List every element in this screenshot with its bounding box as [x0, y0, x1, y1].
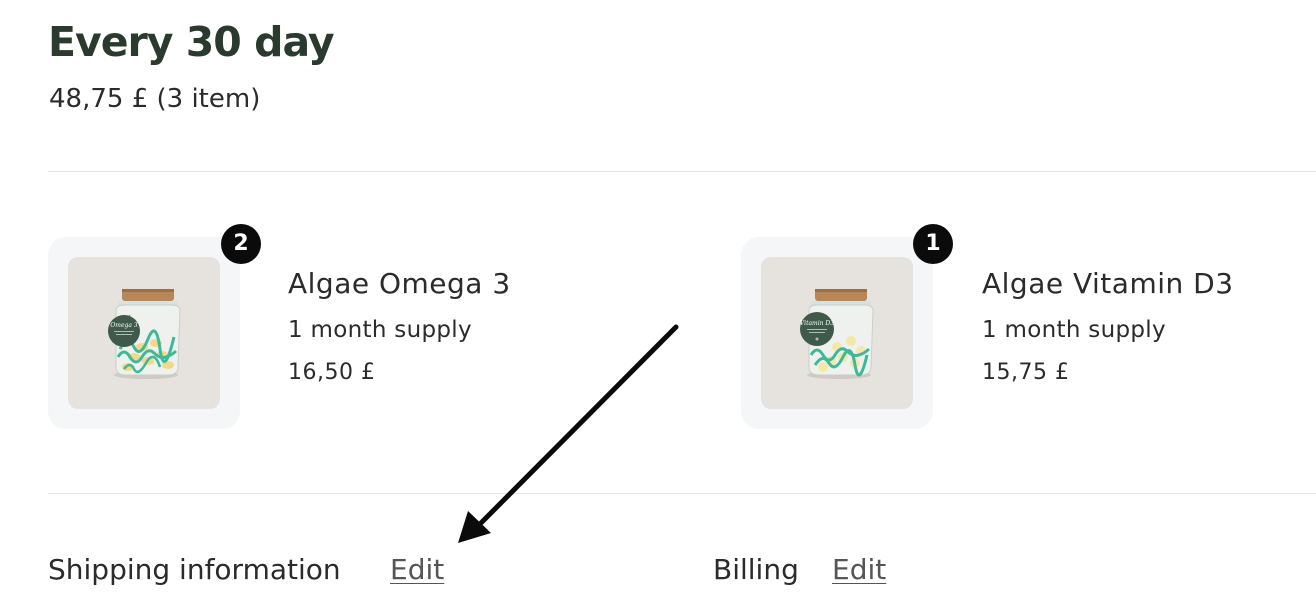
page-title: Every 30 day: [48, 18, 335, 66]
jar-label-text: Omega 3: [110, 322, 137, 329]
quantity-badge: 1: [913, 224, 953, 264]
billing-edit-link[interactable]: Edit: [832, 551, 886, 589]
product-info: Algae Vitamin D3 1 month supply 15,75 £: [982, 267, 1234, 387]
product-card: Omega 3 2 Algae Omega 3 1 month supply 1…: [48, 224, 608, 429]
order-summary: 48,75 £ (3 item): [49, 84, 261, 114]
product-image: Vitamin D3: [761, 257, 913, 409]
product-name: Algae Omega 3: [288, 267, 511, 300]
product-image: Omega 3: [68, 257, 220, 409]
shipping-edit-link[interactable]: Edit: [390, 551, 444, 589]
jar-icon: Omega 3: [108, 289, 181, 379]
product-price: 15,75 £: [982, 360, 1070, 385]
product-price: 16,50 £: [288, 360, 376, 385]
jar-label-text: Vitamin D3: [800, 320, 834, 327]
product-name: Algae Vitamin D3: [982, 267, 1234, 300]
shipping-info-label: Shipping information: [48, 553, 341, 586]
billing-label: Billing: [713, 553, 799, 586]
product-info: Algae Omega 3 1 month supply 16,50 £: [288, 267, 511, 387]
divider: [48, 171, 1316, 172]
product-supply: 1 month supply: [982, 317, 1166, 343]
quantity-badge: 2: [221, 224, 261, 264]
product-card: Vitamin D3 1 Algae Vitamin D3 1 month su…: [741, 224, 1301, 429]
jar-icon: Vitamin D3: [800, 289, 874, 379]
product-image-frame: Omega 3: [48, 237, 240, 429]
product-image-frame: Vitamin D3: [741, 237, 933, 429]
product-supply: 1 month supply: [288, 317, 472, 343]
divider: [48, 493, 1316, 494]
